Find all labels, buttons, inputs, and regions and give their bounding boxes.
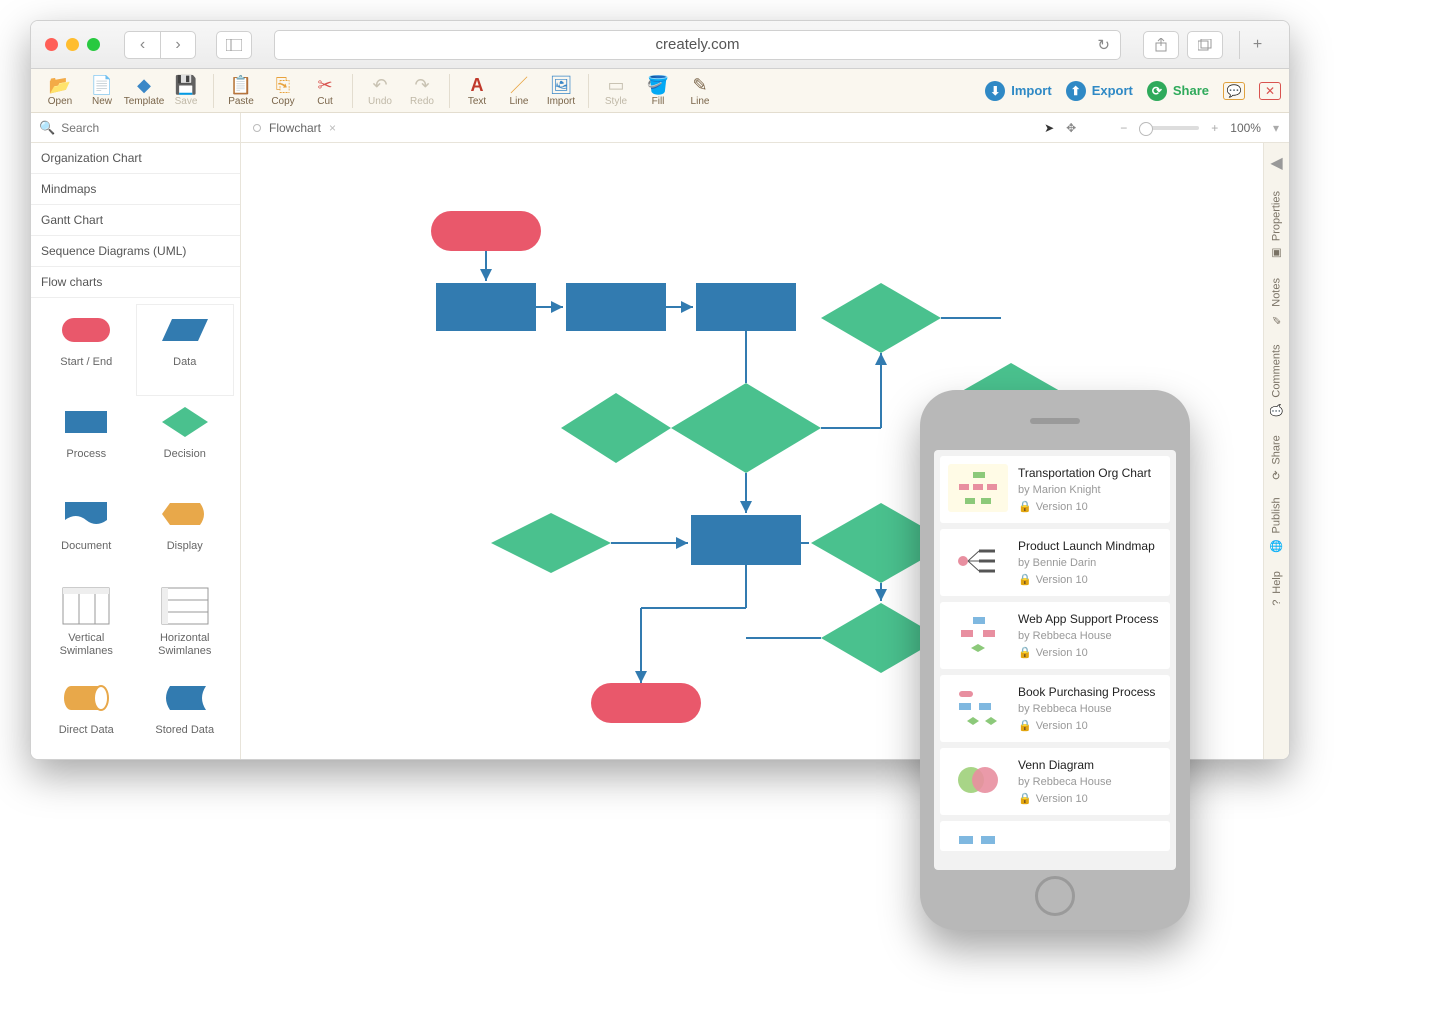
diagram-list-item[interactable]: Venn Diagram by Rebbeca House 🔒Version 1…	[940, 748, 1170, 815]
thumb-icon	[948, 756, 1008, 804]
open-button[interactable]: 📂Open	[39, 74, 81, 107]
lock-icon: 🔒	[1018, 720, 1032, 732]
window-controls	[45, 38, 100, 51]
shape-stored-data[interactable]: Stored Data	[136, 672, 235, 759]
diagram-list-item[interactable]: Product Launch Mindmap by Bennie Darin 🔒…	[940, 529, 1170, 596]
share-browser-button[interactable]	[1143, 31, 1179, 59]
collapse-right-icon[interactable]: ◀	[1270, 153, 1282, 173]
zoom-out-icon[interactable]: −	[1120, 121, 1127, 135]
canvas-controls: ➤ ✥ − + 100% ▾	[1044, 121, 1289, 135]
browser-titlebar: ‹ › creately.com ↻ +	[31, 21, 1289, 69]
phone-screen: Transportation Org Chart by Marion Knigh…	[934, 450, 1176, 870]
diagram-list-item[interactable]	[940, 821, 1170, 851]
lock-icon: 🔒	[1018, 501, 1032, 513]
thumb-icon	[948, 464, 1008, 512]
document-tab[interactable]: Flowchart ×	[241, 121, 348, 135]
tab-help[interactable]: ?Help	[1271, 571, 1283, 606]
shape-display[interactable]: Display	[136, 488, 235, 580]
close-tab-icon[interactable]: ×	[329, 121, 336, 135]
search-icon: 🔍	[39, 120, 55, 136]
url-text: creately.com	[656, 36, 740, 53]
shape-data[interactable]: Data	[136, 304, 235, 396]
zoom-value: 100%	[1230, 121, 1261, 135]
tab-properties[interactable]: ▣Properties	[1270, 191, 1283, 260]
shape-search: 🔍	[31, 113, 241, 142]
shape-vswim[interactable]: Vertical Swimlanes	[37, 580, 136, 672]
zoom-dropdown-icon[interactable]: ▾	[1273, 121, 1279, 135]
paste-button[interactable]: 📋Paste	[220, 74, 262, 107]
export-button[interactable]: ⬆Export	[1066, 81, 1133, 101]
thumb-icon	[948, 537, 1008, 585]
tab-comments[interactable]: 💬Comments	[1270, 344, 1283, 417]
back-button[interactable]: ‹	[124, 31, 160, 59]
right-panel-tabs: ◀ ▣Properties ✎Notes 💬Comments ⟳Share 🌐P…	[1263, 143, 1289, 759]
shape-start-end[interactable]: Start / End	[37, 304, 136, 396]
comment-toggle[interactable]: 💬	[1223, 82, 1245, 100]
diagram-list-item[interactable]: Transportation Org Chart by Marion Knigh…	[940, 456, 1170, 523]
phone-speaker	[1030, 418, 1080, 424]
fill-button[interactable]: 🪣Fill	[637, 74, 679, 107]
sub-toolbar: 🔍 Flowchart × ➤ ✥ − + 100% ▾	[31, 113, 1289, 143]
pointer-tool-icon[interactable]: ➤	[1044, 121, 1054, 135]
thumb-icon	[948, 610, 1008, 658]
save-button[interactable]: 💾Save	[165, 74, 207, 107]
zoom-in-icon[interactable]: +	[1211, 121, 1218, 135]
search-input[interactable]	[61, 121, 232, 135]
shape-process[interactable]: Process	[37, 396, 136, 488]
tab-share[interactable]: ⟳Share	[1270, 435, 1283, 480]
sidebar-toggle[interactable]	[216, 31, 252, 59]
category-item[interactable]: Gantt Chart	[31, 205, 240, 236]
phone-home-button[interactable]	[1035, 876, 1075, 916]
undo-button[interactable]: ↶Undo	[359, 74, 401, 107]
app-toolbar: 📂Open 📄New ◆Template 💾Save 📋Paste ⎘Copy …	[31, 69, 1289, 113]
category-item[interactable]: Sequence Diagrams (UML)	[31, 236, 240, 267]
close-window[interactable]	[45, 38, 58, 51]
category-item[interactable]: Organization Chart	[31, 143, 240, 174]
shape-decision[interactable]: Decision	[136, 396, 235, 488]
reload-icon[interactable]: ↻	[1097, 36, 1110, 54]
category-item[interactable]: Flow charts	[31, 267, 240, 298]
mobile-preview: Transportation Org Chart by Marion Knigh…	[920, 390, 1190, 930]
diagram-list-item[interactable]: Book Purchasing Process by Rebbeca House…	[940, 675, 1170, 742]
tabs-button[interactable]	[1187, 31, 1223, 59]
thumb-icon	[948, 683, 1008, 731]
share-button[interactable]: ⟳Share	[1147, 81, 1209, 101]
tab-publish[interactable]: 🌐Publish	[1270, 497, 1283, 553]
tab-title: Flowchart	[269, 121, 321, 135]
tab-status-icon	[253, 124, 261, 132]
category-item[interactable]: Mindmaps	[31, 174, 240, 205]
line-style-button[interactable]: ✎Line	[679, 74, 721, 107]
line-button[interactable]: ／Line	[498, 74, 540, 107]
zoom-slider[interactable]	[1139, 126, 1199, 130]
import-button[interactable]: ⬇Import	[985, 81, 1051, 101]
text-button[interactable]: AText	[456, 74, 498, 107]
lock-icon: 🔒	[1018, 793, 1032, 805]
cut-button[interactable]: ✂Cut	[304, 74, 346, 107]
shape-direct-data[interactable]: Direct Data	[37, 672, 136, 759]
url-bar[interactable]: creately.com ↻	[274, 30, 1121, 60]
lock-icon: 🔒	[1018, 647, 1032, 659]
shape-hswim[interactable]: Horizontal Swimlanes	[136, 580, 235, 672]
shape-sidebar: Organization Chart Mindmaps Gantt Chart …	[31, 143, 241, 759]
minimize-window[interactable]	[66, 38, 79, 51]
template-button[interactable]: ◆Template	[123, 74, 165, 107]
import-image-button[interactable]: 🖼Import	[540, 74, 582, 107]
redo-button[interactable]: ↷Redo	[401, 74, 443, 107]
pan-tool-icon[interactable]: ✥	[1066, 121, 1076, 135]
tab-notes[interactable]: ✎Notes	[1270, 278, 1283, 326]
thumb-icon	[948, 829, 1008, 851]
close-panel-button[interactable]: ✕	[1259, 82, 1281, 100]
copy-button[interactable]: ⎘Copy	[262, 74, 304, 107]
new-button[interactable]: 📄New	[81, 74, 123, 107]
lock-icon: 🔒	[1018, 574, 1032, 586]
diagram-list-item[interactable]: Web App Support Process by Rebbeca House…	[940, 602, 1170, 669]
shape-document[interactable]: Document	[37, 488, 136, 580]
style-button[interactable]: ▭Style	[595, 74, 637, 107]
maximize-window[interactable]	[87, 38, 100, 51]
new-tab-button[interactable]: +	[1239, 31, 1275, 59]
forward-button[interactable]: ›	[160, 31, 196, 59]
